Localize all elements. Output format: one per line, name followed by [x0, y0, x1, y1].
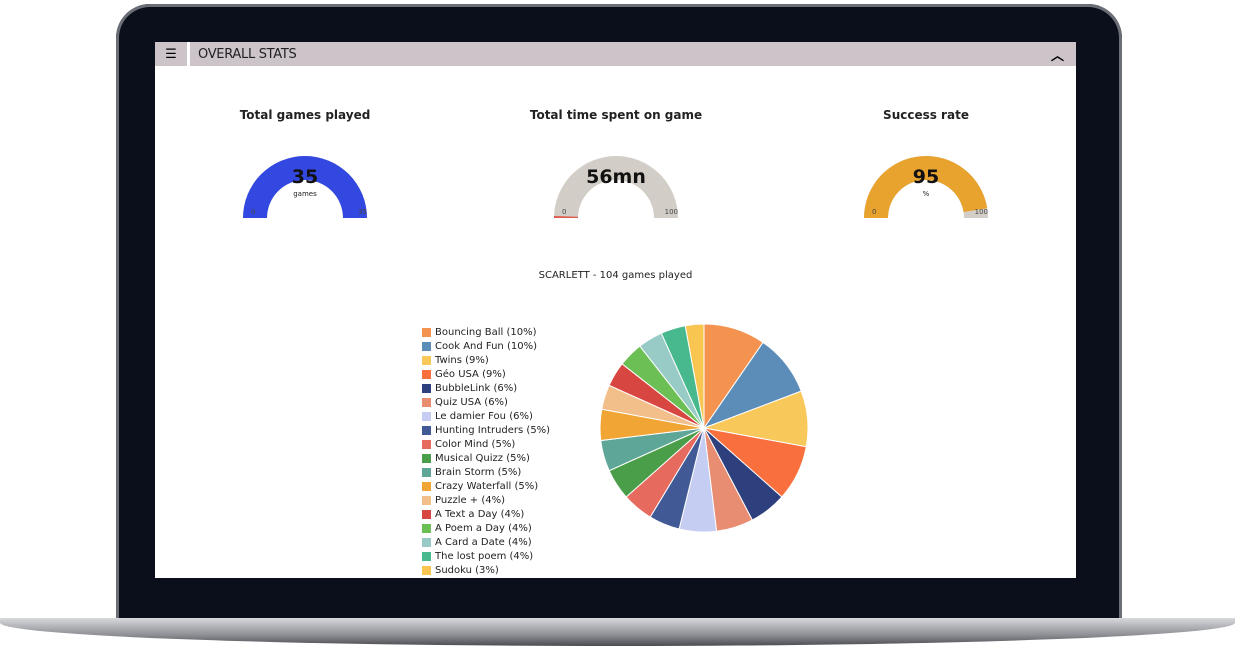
legend-item[interactable]: Brain Storm (5%) — [422, 465, 550, 479]
legend-swatch — [422, 397, 431, 407]
legend-label: Musical Quizz (5%) — [435, 452, 530, 464]
legend-item[interactable]: Sudoku (3%) — [422, 563, 550, 577]
legend-item[interactable]: Bouncing Ball (10%) — [422, 325, 550, 339]
legend-item[interactable]: A Card a Date (4%) — [422, 535, 550, 549]
legend-label: Crazy Waterfall (5%) — [435, 480, 539, 492]
screen: ☰ OVERALL STATS ︿ Total games played 35 ga… — [155, 42, 1076, 578]
gauge-min: 0 — [562, 208, 567, 216]
gauge-title: Total games played — [239, 108, 371, 122]
list-icon[interactable]: ☰ — [155, 42, 190, 66]
legend-item[interactable]: A Text a Day (4%) — [422, 507, 550, 521]
legend-swatch — [422, 565, 431, 575]
legend-swatch — [422, 551, 431, 561]
legend-item[interactable]: Twins (9%) — [422, 353, 550, 367]
legend-swatch — [422, 495, 431, 505]
legend-item[interactable]: Color Mind (5%) — [422, 437, 550, 451]
legend-item[interactable]: Cook And Fun (10%) — [422, 339, 550, 353]
legend-item[interactable]: Puzzle + (4%) — [422, 493, 550, 507]
legend-label: Bouncing Ball (10%) — [435, 326, 537, 338]
legend-item[interactable]: Géo USA (9%) — [422, 367, 550, 381]
legend-swatch — [422, 383, 431, 393]
legend-swatch — [422, 355, 431, 365]
legend-swatch — [422, 341, 431, 351]
legend-item[interactable]: Quiz USA (6%) — [422, 395, 550, 409]
legend-label: The lost poem (4%) — [435, 550, 534, 562]
legend-swatch — [422, 467, 431, 477]
legend-label: Hunting Intruders (5%) — [435, 424, 551, 436]
gauge-value: 56mn — [586, 166, 646, 188]
legend-swatch — [422, 411, 431, 421]
legend-label: Sudoku (3%) — [435, 564, 499, 576]
legend-swatch — [422, 369, 431, 379]
gauge-unit: games — [293, 190, 317, 198]
legend-label: Color Mind (5%) — [435, 438, 516, 450]
gauge-value: 35 — [291, 166, 319, 188]
legend-label: Quiz USA (6%) — [435, 396, 508, 408]
legend-item[interactable]: A Poem a Day (4%) — [422, 521, 550, 535]
legend-swatch — [422, 425, 431, 435]
pie-chart — [599, 323, 809, 533]
legend-swatch — [422, 523, 431, 533]
gauge-max: 100 — [974, 208, 988, 216]
gauge-value: 95 — [912, 166, 940, 188]
gauge-unit: % — [922, 190, 930, 198]
gauge-max: 35 — [358, 208, 367, 216]
chevron-up-icon[interactable]: ︿ — [1051, 45, 1064, 64]
legend-label: Cook And Fun (10%) — [435, 340, 537, 352]
legend-label: A Card a Date (4%) — [435, 536, 532, 548]
laptop-base — [0, 618, 1235, 646]
legend-label: Géo USA (9%) — [435, 368, 506, 380]
legend-label: Brain Storm (5%) — [435, 466, 522, 478]
legend-swatch — [422, 327, 431, 337]
legend-item[interactable]: Crazy Waterfall (5%) — [422, 479, 550, 493]
legend-label: Twins (9%) — [435, 354, 489, 366]
pie-legend: Bouncing Ball (10%) Cook And Fun (10%) Twi… — [422, 325, 550, 577]
gauge-1: Total time spent on game 56mn 0 100 — [516, 108, 716, 236]
legend-swatch — [422, 481, 431, 491]
gauge-min: 0 — [872, 208, 877, 216]
legend-item[interactable]: Hunting Intruders (5%) — [422, 423, 550, 437]
legend-item[interactable]: Le damier Fou (6%) — [422, 409, 550, 423]
legend-swatch — [422, 453, 431, 463]
gauge-0: Total games played 35 games 0 35 — [205, 108, 405, 236]
legend-label: Le damier Fou (6%) — [435, 410, 533, 422]
legend-swatch — [422, 537, 431, 547]
gauge-max: 100 — [664, 208, 678, 216]
legend-label: Puzzle + (4%) — [435, 494, 506, 506]
pie-title: SCARLETT - 104 games played — [538, 270, 693, 281]
legend-label: A Poem a Day (4%) — [435, 522, 532, 534]
gauge-min: 0 — [251, 208, 256, 216]
gauge-title: Success rate — [883, 108, 969, 122]
legend-item[interactable]: The lost poem (4%) — [422, 549, 550, 563]
legend-item[interactable]: Musical Quizz (5%) — [422, 451, 550, 465]
section-title: OVERALL STATS — [198, 46, 297, 62]
legend-label: A Text a Day (4%) — [435, 508, 525, 520]
legend-item[interactable]: BubbleLink (6%) — [422, 381, 550, 395]
gauge-title: Total time spent on game — [529, 108, 703, 122]
legend-swatch — [422, 509, 431, 519]
gauge-2: Success rate 95% 0 100 — [826, 108, 1026, 236]
legend-swatch — [422, 439, 431, 449]
legend-label: BubbleLink (6%) — [435, 382, 518, 394]
section-header[interactable]: ☰ OVERALL STATS ︿ — [155, 42, 1076, 66]
